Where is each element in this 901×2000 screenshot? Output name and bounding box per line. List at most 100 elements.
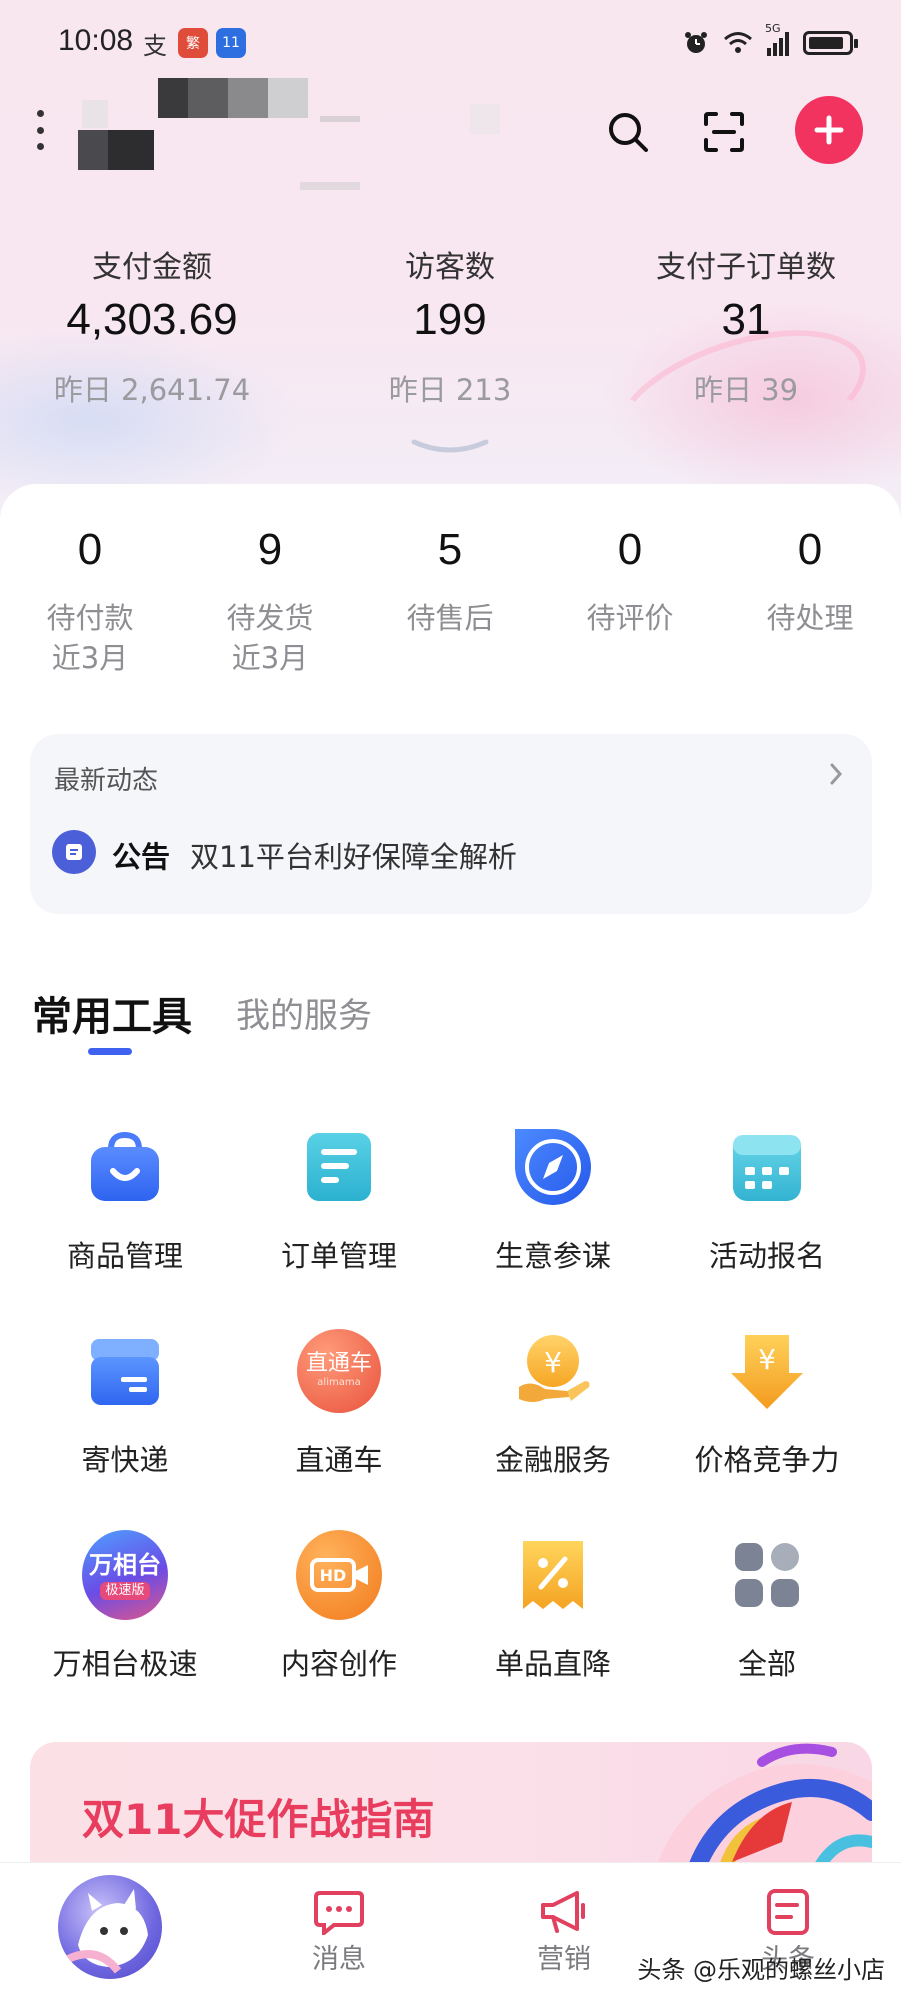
hd-video-icon: HD bbox=[296, 1530, 382, 1620]
more-vertical-icon[interactable] bbox=[34, 110, 46, 150]
tool-label: 全部 bbox=[737, 1647, 796, 1681]
header bbox=[0, 70, 901, 190]
nav-label: 营销 bbox=[537, 1944, 591, 1975]
store-avatar[interactable] bbox=[78, 82, 158, 172]
discount-ticket-icon bbox=[510, 1532, 596, 1618]
nav-label: 消息 bbox=[312, 1944, 366, 1975]
sales-stats: 支付金额 4,303.69 昨日 2,641.74 访客数 199 昨日 213… bbox=[0, 248, 901, 418]
order-sub: 近3月 bbox=[231, 641, 309, 675]
stat-label: 访客数 bbox=[405, 250, 495, 285]
tool-label: 直通车 bbox=[295, 1443, 383, 1477]
tool-product-management[interactable]: 商品管理 bbox=[18, 1124, 232, 1324]
tab-my-services[interactable]: 我的服务 bbox=[236, 988, 372, 1037]
tool-single-item-discount[interactable]: 单品直降 bbox=[446, 1532, 660, 1732]
tab-common-tools[interactable]: 常用工具 bbox=[32, 984, 192, 1042]
ztc-badge-text: 直通车 bbox=[305, 1351, 372, 1376]
status-time: 10:08 bbox=[58, 24, 134, 57]
tool-label: 内容创作 bbox=[280, 1647, 397, 1681]
tool-financial-services[interactable]: ¥ 金融服务 bbox=[446, 1328, 660, 1528]
network-type: 5G bbox=[765, 22, 781, 35]
app-notification-icon: 繁 bbox=[178, 28, 208, 58]
order-pending-review[interactable]: 0 待评价 bbox=[540, 520, 720, 638]
latest-news-card[interactable]: 最新动态 公告 双11平台利好保障全解析 bbox=[30, 734, 872, 914]
tool-label: 商品管理 bbox=[66, 1239, 183, 1273]
tool-label: 订单管理 bbox=[280, 1239, 397, 1273]
tool-all[interactable]: 全部 bbox=[660, 1532, 874, 1732]
scan-icon[interactable] bbox=[694, 102, 754, 162]
wxt-icon: 万相台 极速版 bbox=[82, 1530, 168, 1620]
compass-icon bbox=[510, 1124, 596, 1210]
tool-wanxiangtai-speed[interactable]: 万相台 极速版 万相台极速 bbox=[18, 1530, 232, 1732]
tool-label: 价格竞争力 bbox=[694, 1443, 840, 1477]
announcement-icon bbox=[52, 830, 96, 874]
tool-content-creation[interactable]: HD 内容创作 bbox=[232, 1530, 446, 1732]
tool-price-competitiveness[interactable]: ¥ 价格竞争力 bbox=[660, 1328, 874, 1528]
order-list-icon bbox=[296, 1124, 382, 1210]
tool-through-train[interactable]: 直通车 alimama 直通车 bbox=[232, 1328, 446, 1528]
tool-label: 万相台极速 bbox=[52, 1647, 198, 1681]
stat-value: 31 bbox=[721, 295, 771, 344]
message-icon bbox=[314, 1889, 364, 1935]
shopping-bag-icon bbox=[82, 1124, 168, 1210]
add-button[interactable] bbox=[795, 96, 863, 164]
chevron-down-icon[interactable] bbox=[410, 436, 490, 462]
news-text[interactable]: 双11平台利好保障全解析 bbox=[190, 834, 517, 876]
plus-icon bbox=[814, 115, 844, 145]
stat-paid-orders[interactable]: 支付子订单数 31 昨日 39 bbox=[596, 248, 896, 410]
news-tag: 公告 bbox=[112, 840, 171, 874]
news-icon bbox=[763, 1889, 813, 1935]
mascot-icon bbox=[66, 1889, 148, 1974]
stat-value: 199 bbox=[413, 295, 487, 344]
stat-visitors[interactable]: 访客数 199 昨日 213 bbox=[300, 248, 600, 410]
watermark: 头条 @乐观的螺丝小店 bbox=[637, 1956, 885, 1984]
tool-business-advisor[interactable]: 生意参谋 bbox=[446, 1124, 660, 1324]
order-pending-process[interactable]: 0 待处理 bbox=[720, 520, 900, 638]
stat-label: 支付金额 bbox=[92, 250, 212, 285]
news-title: 最新动态 bbox=[54, 766, 159, 796]
order-label: 待售后 bbox=[406, 601, 494, 635]
chevron-right-icon[interactable] bbox=[828, 762, 844, 790]
nav-home-mascot[interactable] bbox=[58, 1875, 162, 1979]
hd-badge-text: HD bbox=[319, 1565, 347, 1585]
megaphone-icon bbox=[539, 1889, 589, 1935]
wifi-icon bbox=[724, 32, 752, 53]
ztc-badge-sub: alimama bbox=[317, 1377, 361, 1388]
nav-marketing[interactable]: 营销 bbox=[504, 1889, 624, 1979]
stat-payment-amount[interactable]: 支付金额 4,303.69 昨日 2,641.74 bbox=[2, 248, 302, 410]
alarm-icon bbox=[685, 32, 707, 53]
banner-art bbox=[652, 1743, 872, 1882]
order-label: 待处理 bbox=[766, 601, 854, 635]
main-card: 0 待付款 近3月 9 待发货 近3月 5 待售后 0 待评价 0 待处理 最新… bbox=[0, 484, 901, 1882]
tool-label: 生意参谋 bbox=[494, 1239, 611, 1273]
store-name-redacted bbox=[158, 78, 308, 118]
search-icon[interactable] bbox=[598, 102, 658, 162]
tools-grid: 商品管理 订单管理 生意参谋 活动报名 寄快递 直通车 alimama 直通车 … bbox=[0, 1124, 901, 1744]
order-label: 待发货 bbox=[226, 601, 314, 635]
wxt-badge-text: 万相台 bbox=[89, 1550, 161, 1579]
grid-all-icon bbox=[724, 1532, 810, 1618]
order-count: 5 bbox=[437, 525, 463, 574]
order-pending-shipment[interactable]: 9 待发货 近3月 bbox=[180, 520, 360, 678]
delivery-box-icon bbox=[82, 1328, 168, 1414]
tool-event-signup[interactable]: 活动报名 bbox=[660, 1124, 874, 1324]
order-pending-payment[interactable]: 0 待付款 近3月 bbox=[0, 520, 180, 678]
tool-send-express[interactable]: 寄快递 bbox=[18, 1328, 232, 1528]
yuan-hand-icon: ¥ bbox=[510, 1328, 596, 1414]
status-app-icons: 支 繁 11 bbox=[140, 28, 246, 60]
stat-value: 4,303.69 bbox=[66, 295, 238, 344]
tool-label: 金融服务 bbox=[494, 1443, 611, 1477]
order-count: 0 bbox=[77, 525, 103, 574]
order-after-sales[interactable]: 5 待售后 bbox=[360, 520, 540, 638]
order-status-row: 0 待付款 近3月 9 待发货 近3月 5 待售后 0 待评价 0 待处理 bbox=[0, 520, 901, 700]
nav-messages[interactable]: 消息 bbox=[279, 1889, 399, 1979]
order-count: 0 bbox=[797, 525, 823, 574]
app-notification-icon: 11 bbox=[216, 28, 246, 58]
order-count: 9 bbox=[257, 525, 283, 574]
tool-order-management[interactable]: 订单管理 bbox=[232, 1124, 446, 1324]
banner-title: 双11大促作战指南 bbox=[82, 1795, 435, 1844]
promo-banner[interactable]: 双11大促作战指南 bbox=[30, 1742, 872, 1882]
signal-icon: 5G bbox=[765, 22, 789, 56]
stat-yesterday: 昨日 213 bbox=[388, 373, 512, 407]
tool-label: 单品直降 bbox=[494, 1647, 611, 1681]
tool-label: 寄快递 bbox=[81, 1443, 169, 1477]
